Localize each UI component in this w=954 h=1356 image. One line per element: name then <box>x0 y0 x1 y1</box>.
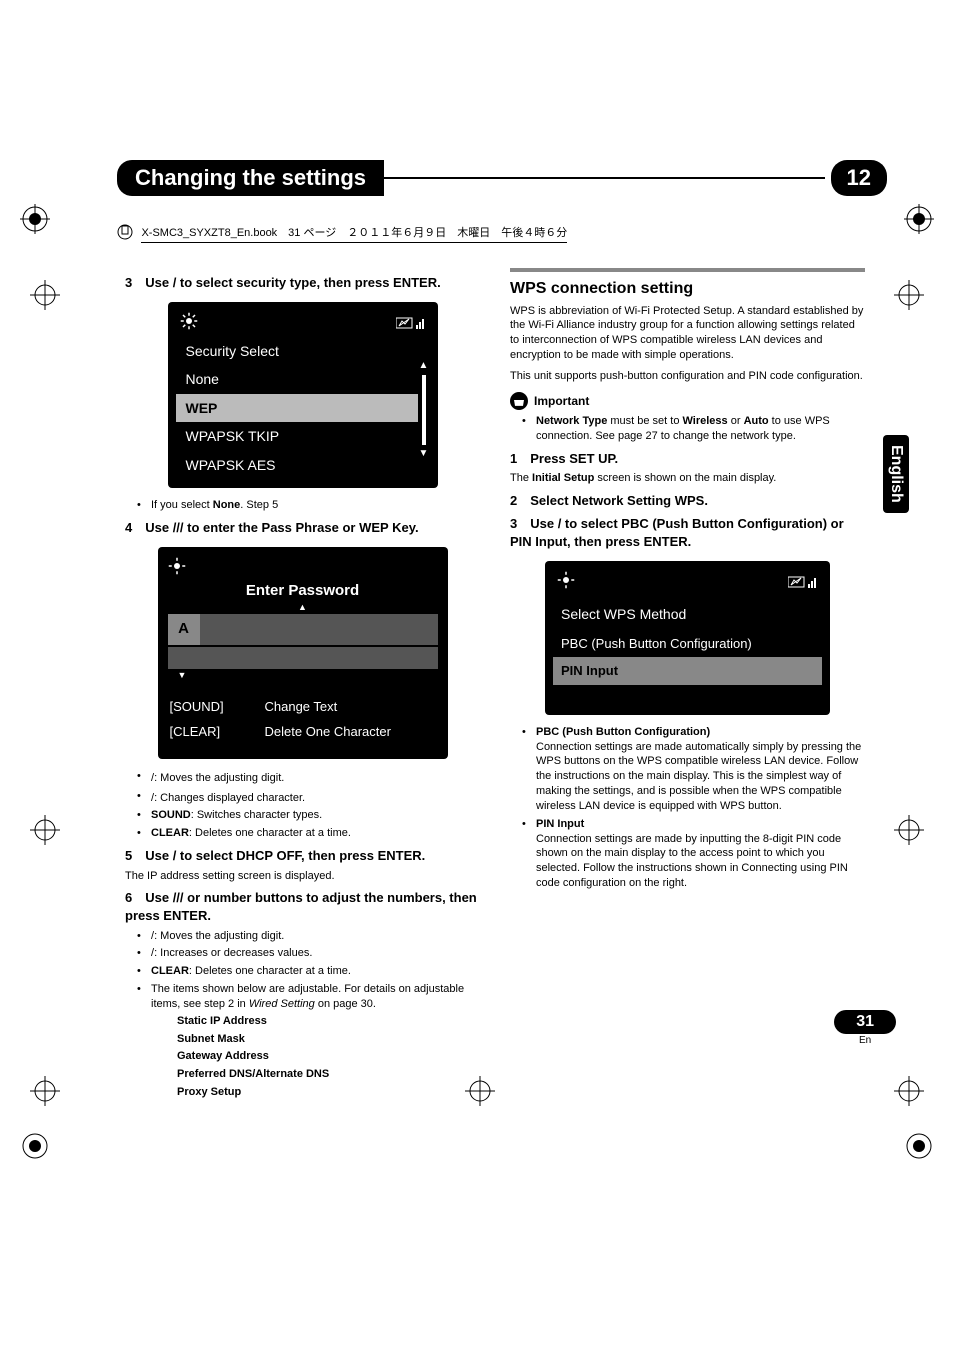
crop-cross-icon <box>30 280 60 310</box>
pbc-bullet: PBC (Push Button Configuration) Connecti… <box>510 725 865 814</box>
security-select-title: Security Select <box>176 340 418 365</box>
step-5-heading: 5 Use / to select DHCP OFF, then press E… <box>125 847 480 865</box>
wps-option-pbc: PBC (Push Button Configuration) <box>553 630 822 658</box>
triangle-down-icon: ▼ <box>168 671 438 680</box>
scrollbar-track <box>422 375 426 445</box>
registration-mark-icon <box>904 1131 934 1161</box>
registration-mark-icon <box>904 204 934 234</box>
sound-key-label: [SOUND] <box>170 698 245 716</box>
wps-step-3: 3 Use / to select PBC (Push Button Confi… <box>510 515 865 550</box>
wps-intro: WPS is abbreviation of Wi-Fi Protected S… <box>510 304 865 363</box>
wps-section-title: WPS connection setting <box>510 278 865 300</box>
security-select-screen: Security Select None WEP WPAPSK TKIP WPA… <box>168 302 438 489</box>
step-4-heading: 4 Use /// to enter the Pass Phrase or WE… <box>125 519 480 537</box>
scroll-up-icon: ▲ <box>418 359 430 373</box>
step-5-sub: The IP address setting screen is display… <box>125 869 480 884</box>
chapter-number: 12 <box>831 160 887 196</box>
gear-icon <box>180 312 198 334</box>
step6-bullet-3: CLEAR: Deletes one character at a time. <box>125 964 480 979</box>
wps-option-pin: PIN Input <box>553 657 822 685</box>
important-label: Important <box>534 393 589 409</box>
security-option-none: None <box>176 365 418 394</box>
sound-key-text: Change Text <box>265 698 338 716</box>
registration-mark-icon <box>20 204 50 234</box>
chapter-header: Changing the settings 12 <box>117 160 887 196</box>
chapter-rule <box>384 177 825 179</box>
language-tab: English <box>883 435 909 513</box>
password-field-row2 <box>168 647 438 669</box>
pw-bullet-4: CLEAR: Deletes one character at a time. <box>125 826 480 841</box>
step-6-heading: 6 Use /// or number buttons to adjust th… <box>125 889 480 924</box>
adj-gateway: Gateway Address <box>177 1049 480 1064</box>
step-3-text: 3 Use / to select security type, then pr… <box>125 275 441 290</box>
pw-bullet-3: SOUND: Switches character types. <box>125 808 480 823</box>
signal-icon <box>396 316 426 330</box>
enter-password-screen: Enter Password ▲ A ▼ [SOUND] Change Text… <box>158 547 448 759</box>
chapter-title: Changing the settings <box>117 160 384 196</box>
crop-cross-icon <box>30 1076 60 1106</box>
step6-bullet-2: /: Increases or decreases values. <box>125 946 480 961</box>
signal-icon <box>788 575 818 589</box>
pbc-head: PBC (Push Button Configuration) <box>536 726 710 738</box>
important-icon <box>510 392 528 410</box>
important-bullet: Network Type must be set to Wireless or … <box>510 414 865 444</box>
triangle-up-icon: ▲ <box>168 603 438 612</box>
crop-cross-icon <box>894 280 924 310</box>
page-number-block: 31 En <box>834 1010 896 1046</box>
password-char-cell: A <box>168 614 200 644</box>
left-column: 3 Use / to select security type, then pr… <box>125 268 480 1106</box>
step6-bullet-4: The items shown below are adjustable. Fo… <box>125 982 480 1100</box>
doc-source-label: X-SMC3_SYXZT8_En.book 31 ページ ２０１１年６月９日 木… <box>117 223 887 245</box>
pw-bullet-1: /: Moves the adjusting digit. <box>125 769 480 786</box>
pin-head: PIN Input <box>536 818 584 830</box>
important-header: Important <box>510 392 865 410</box>
wps-step-2: 2 Select Network Setting WPS. <box>510 492 865 510</box>
security-option-wpapsk-aes: WPAPSK AES <box>176 451 418 480</box>
crop-cross-icon <box>894 815 924 845</box>
wps-box-title: Select WPS Method <box>553 603 822 630</box>
wps-step-1-sub: The Initial Setup screen is shown on the… <box>510 471 865 486</box>
scroll-down-icon: ▼ <box>418 447 430 461</box>
clear-key-label: [CLEAR] <box>170 723 245 741</box>
crop-cross-icon <box>30 815 60 845</box>
page: X-SMC3_SYXZT8_En.book 31 ページ ２０１１年６月９日 木… <box>0 160 954 1166</box>
adj-subnet: Subnet Mask <box>177 1032 480 1047</box>
step6-bullet-1: /: Moves the adjusting digit. <box>125 929 480 944</box>
right-column: WPS connection setting WPS is abbreviati… <box>510 268 865 1106</box>
adj-dns: Preferred DNS/Alternate DNS <box>177 1067 480 1082</box>
security-option-wep: WEP <box>176 394 418 423</box>
wps-method-screen: Select WPS Method PBC (Push Button Confi… <box>545 561 830 715</box>
pw-bullet-2: /: Changes displayed character. <box>125 789 480 806</box>
page-number-sub: En <box>834 1035 896 1046</box>
wps-step-1: 1 Press SET UP. <box>510 450 865 468</box>
step-3-heading: 3 Use / to select security type, then pr… <box>125 274 480 292</box>
note-none: If you select None. Step 5 <box>125 498 480 513</box>
crop-cross-icon <box>894 1076 924 1106</box>
adj-static-ip: Static IP Address <box>177 1014 480 1029</box>
clear-key-text: Delete One Character <box>265 723 391 741</box>
adj-proxy: Proxy Setup <box>177 1085 480 1100</box>
section-divider <box>510 268 865 272</box>
pin-body: Connection settings are made by inputtin… <box>536 833 848 890</box>
doc-source-text: X-SMC3_SYXZT8_En.book 31 ページ ２０１１年６月９日 木… <box>141 224 567 243</box>
pin-bullet: PIN Input Connection settings are made b… <box>510 817 865 891</box>
security-option-wpapsk-tkip: WPAPSK TKIP <box>176 422 418 451</box>
enter-password-title: Enter Password <box>168 581 438 601</box>
gear-icon <box>168 557 186 580</box>
page-number: 31 <box>834 1010 896 1034</box>
gear-icon <box>557 571 575 593</box>
wps-intro-2: This unit supports push-button configura… <box>510 369 865 384</box>
pbc-body: Connection settings are made automatical… <box>536 741 861 812</box>
password-field-rest <box>200 614 438 644</box>
registration-mark-icon <box>20 1131 50 1161</box>
